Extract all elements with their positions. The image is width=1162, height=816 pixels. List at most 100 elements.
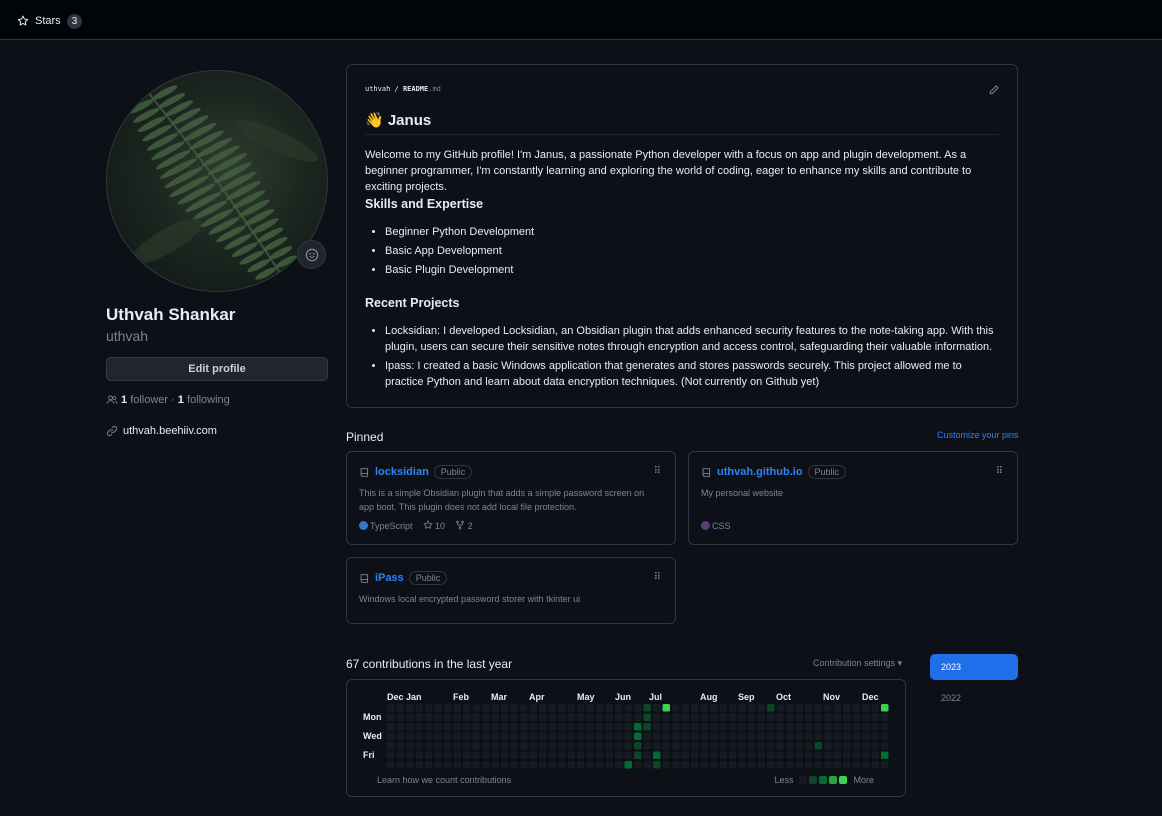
contribution-day[interactable] <box>824 723 832 731</box>
contribution-day[interactable] <box>520 723 528 731</box>
contribution-day[interactable] <box>729 751 737 760</box>
contribution-day[interactable] <box>748 713 756 722</box>
contribution-day[interactable] <box>577 742 585 750</box>
contribution-day[interactable] <box>558 713 566 722</box>
contribution-day[interactable] <box>700 742 709 750</box>
contribution-day[interactable] <box>814 704 823 712</box>
contribution-day[interactable] <box>653 723 661 731</box>
contribution-day[interactable] <box>510 761 519 769</box>
contribution-day[interactable] <box>805 742 813 750</box>
repo-name-link[interactable]: locksidian <box>375 466 429 478</box>
contribution-day[interactable] <box>520 704 528 712</box>
contribution-day[interactable] <box>425 732 433 741</box>
contribution-day[interactable] <box>444 732 452 741</box>
contribution-day[interactable] <box>833 742 842 750</box>
contribution-day[interactable] <box>634 704 642 712</box>
contribution-day[interactable] <box>843 751 851 760</box>
contribution-day[interactable] <box>862 713 870 722</box>
contribution-day[interactable] <box>662 751 671 760</box>
contribution-day[interactable] <box>453 761 462 769</box>
contribution-day[interactable] <box>491 751 500 760</box>
contribution-day[interactable] <box>757 704 766 712</box>
contribution-day[interactable] <box>387 742 395 750</box>
contribution-day[interactable] <box>767 751 775 760</box>
contribution-day[interactable] <box>691 704 699 712</box>
contribution-day[interactable] <box>795 742 804 750</box>
contribution-day[interactable] <box>501 742 509 750</box>
contribution-day[interactable] <box>662 742 671 750</box>
contribution-day[interactable] <box>396 761 405 769</box>
contribution-day[interactable] <box>710 732 718 741</box>
contribution-day[interactable] <box>748 751 756 760</box>
contribution-day[interactable] <box>700 723 709 731</box>
contribution-day[interactable] <box>406 751 414 760</box>
contribution-day[interactable] <box>387 723 395 731</box>
contribution-day[interactable] <box>757 723 766 731</box>
contribution-day[interactable] <box>871 723 880 731</box>
contribution-day[interactable] <box>605 742 614 750</box>
contribution-day[interactable] <box>558 751 566 760</box>
contribution-day[interactable] <box>672 761 680 769</box>
contribution-day[interactable] <box>387 732 395 741</box>
set-status-button[interactable] <box>297 240 326 269</box>
contribution-day[interactable] <box>596 742 604 750</box>
contribution-day[interactable] <box>852 742 861 750</box>
contribution-day[interactable] <box>672 713 680 722</box>
contribution-day[interactable] <box>491 713 500 722</box>
contribution-day[interactable] <box>501 723 509 731</box>
contribution-day[interactable] <box>548 761 557 769</box>
contribution-day[interactable] <box>615 713 623 722</box>
contribution-day[interactable] <box>833 751 842 760</box>
contribution-day[interactable] <box>624 761 633 769</box>
contribution-day[interactable] <box>653 742 661 750</box>
contribution-day[interactable] <box>510 704 519 712</box>
contribution-day[interactable] <box>824 732 832 741</box>
contribution-day[interactable] <box>710 742 718 750</box>
contribution-day[interactable] <box>491 761 500 769</box>
contribution-day[interactable] <box>425 742 433 750</box>
contribution-day[interactable] <box>776 713 785 722</box>
contribution-day[interactable] <box>643 751 652 760</box>
contribution-day[interactable] <box>786 751 794 760</box>
contribution-day[interactable] <box>653 751 661 760</box>
contribution-day[interactable] <box>615 742 623 750</box>
contribution-day[interactable] <box>396 704 405 712</box>
contribution-day[interactable] <box>501 761 509 769</box>
contribution-day[interactable] <box>795 713 804 722</box>
contribution-day[interactable] <box>434 761 443 769</box>
contribution-day[interactable] <box>805 723 813 731</box>
contribution-day[interactable] <box>415 723 424 731</box>
contribution-day[interactable] <box>710 761 718 769</box>
tab-stars[interactable]: Stars 3 <box>17 12 83 30</box>
contribution-day[interactable] <box>805 732 813 741</box>
contribution-day[interactable] <box>434 713 443 722</box>
contribution-day[interactable] <box>681 713 690 722</box>
contribution-day[interactable] <box>843 761 851 769</box>
contribution-day[interactable] <box>700 751 709 760</box>
contribution-day[interactable] <box>605 713 614 722</box>
contribution-day[interactable] <box>805 751 813 760</box>
contribution-day[interactable] <box>567 704 576 712</box>
contribution-day[interactable] <box>529 732 538 741</box>
contribution-day[interactable] <box>795 732 804 741</box>
contribution-day[interactable] <box>776 704 785 712</box>
contribution-day[interactable] <box>738 713 747 722</box>
contribution-day[interactable] <box>586 732 595 741</box>
contribution-day[interactable] <box>596 713 604 722</box>
contribution-day[interactable] <box>672 704 680 712</box>
contribution-day[interactable] <box>624 742 633 750</box>
contribution-day[interactable] <box>738 723 747 731</box>
contribution-day[interactable] <box>719 713 728 722</box>
contribution-day[interactable] <box>482 761 490 769</box>
contribution-day[interactable] <box>757 713 766 722</box>
contribution-day[interactable] <box>710 723 718 731</box>
contribution-day[interactable] <box>596 704 604 712</box>
contribution-day[interactable] <box>729 761 737 769</box>
repo-name-link[interactable]: iPass <box>375 572 404 584</box>
contribution-day[interactable] <box>643 723 652 731</box>
contribution-day[interactable] <box>776 761 785 769</box>
contribution-day[interactable] <box>510 732 519 741</box>
contribution-day[interactable] <box>453 723 462 731</box>
contribution-day[interactable] <box>814 713 823 722</box>
contribution-day[interactable] <box>814 761 823 769</box>
